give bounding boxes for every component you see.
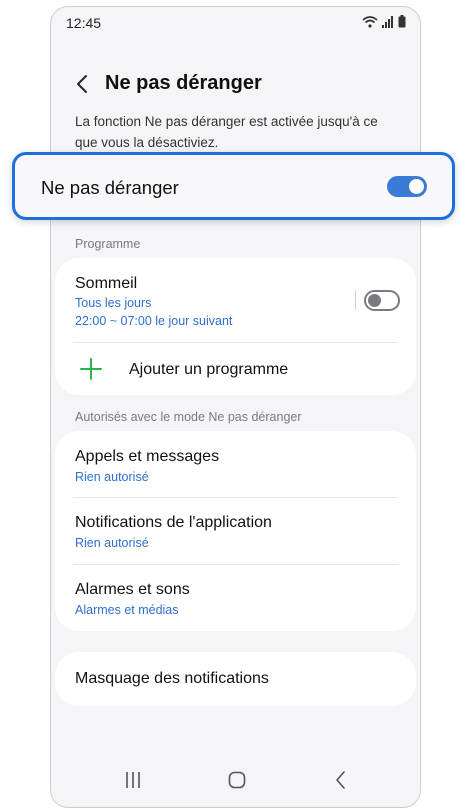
sleep-toggle[interactable] — [364, 290, 400, 311]
recent-apps-icon[interactable] — [122, 769, 144, 791]
schedule-card: Sommeil Tous les jours 22:00 ~ 07:00 le … — [55, 258, 416, 395]
master-dnd-label: Ne pas déranger — [41, 177, 179, 198]
phone-frame: 12:45 Ne pas déranger La fonction Ne pas… — [50, 6, 421, 808]
alarms-sounds-sub: Alarmes et médias — [75, 603, 179, 617]
status-bar: 12:45 — [51, 7, 420, 39]
page-title: Ne pas déranger — [105, 72, 262, 94]
dnd-description: La fonction Ne pas déranger est activée … — [75, 114, 378, 150]
wifi-icon — [362, 15, 378, 28]
navigation-bar — [51, 751, 420, 807]
calls-messages-sub: Rien autorisé — [75, 470, 149, 484]
battery-icon — [398, 15, 406, 28]
status-time: 12:45 — [66, 15, 102, 31]
add-schedule-label: Ajouter un programme — [129, 361, 289, 378]
home-icon[interactable] — [226, 769, 248, 791]
hide-notifications-row[interactable]: Masquage des notifications — [55, 652, 416, 706]
master-dnd-toggle[interactable] — [387, 176, 427, 197]
allowed-section-label: Autorisés avec le mode Ne pas déranger — [75, 410, 302, 424]
plus-icon — [80, 358, 102, 380]
page-header: Ne pas déranger — [51, 65, 420, 105]
sleep-schedule-row[interactable]: Sommeil Tous les jours 22:00 ~ 07:00 le … — [55, 258, 416, 342]
master-dnd-row[interactable]: Ne pas déranger — [12, 152, 455, 220]
status-icons — [362, 15, 406, 28]
toggle-knob — [368, 294, 381, 307]
alarms-sounds-row[interactable]: Alarmes et sons Alarmes et médias — [55, 565, 416, 631]
sleep-title: Sommeil — [75, 275, 138, 292]
allowed-card: Appels et messages Rien autorisé Notific… — [55, 431, 416, 631]
hide-notifications-label: Masquage des notifications — [75, 670, 269, 687]
app-notifications-title: Notifications de l'application — [75, 514, 272, 531]
signal-icon — [382, 15, 393, 28]
schedule-section-label: Programme — [75, 237, 141, 251]
app-notifications-row[interactable]: Notifications de l'application Rien auto… — [55, 498, 416, 564]
calls-messages-row[interactable]: Appels et messages Rien autorisé — [55, 431, 416, 497]
sleep-days: Tous les jours — [75, 296, 152, 310]
app-notifications-sub: Rien autorisé — [75, 536, 149, 550]
back-nav-icon[interactable] — [330, 769, 352, 791]
sleep-time: 22:00 ~ 07:00 le jour suivant — [75, 314, 233, 328]
back-arrow-icon[interactable] — [71, 72, 95, 96]
toggle-knob — [409, 179, 424, 194]
add-schedule-row[interactable]: Ajouter un programme — [55, 343, 416, 395]
alarms-sounds-title: Alarmes et sons — [75, 581, 190, 598]
toggle-separator — [355, 290, 356, 310]
calls-messages-title: Appels et messages — [75, 448, 220, 465]
